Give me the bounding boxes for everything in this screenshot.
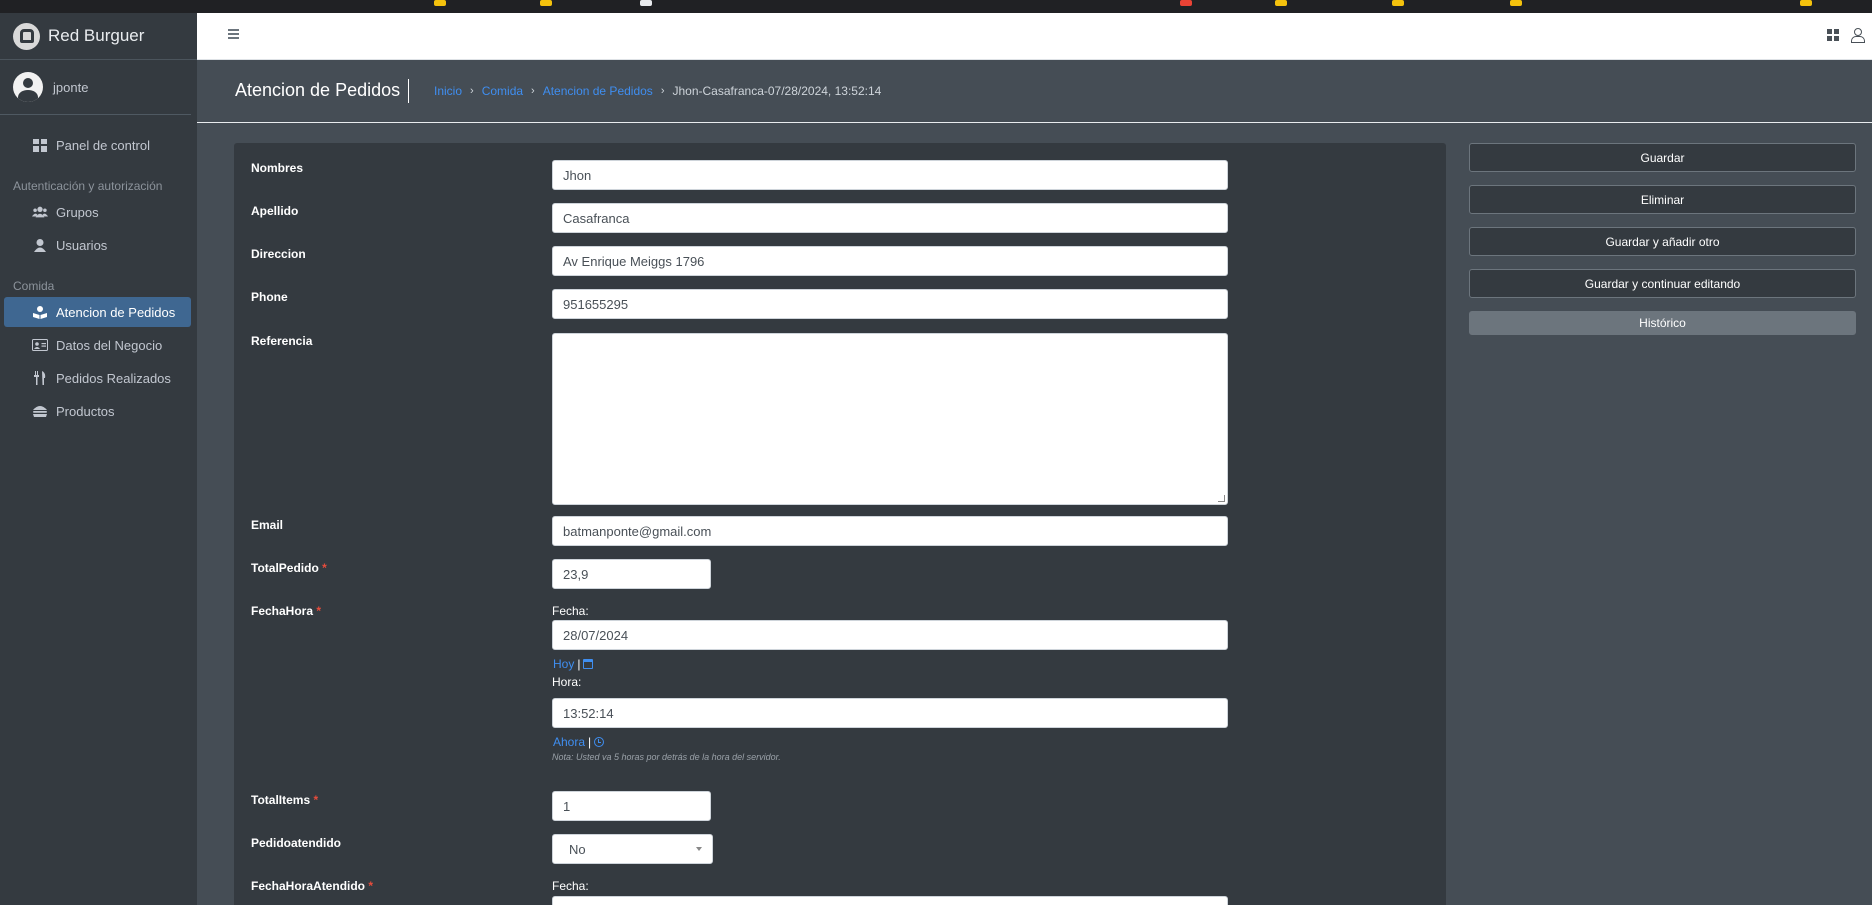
sidebar-item-productos[interactable]: Productos <box>4 396 191 426</box>
user-name: jponte <box>53 79 89 95</box>
form-card: Nombres Jhon Apellido Casafranca Direcci… <box>234 143 1446 905</box>
breadcrumb-comida[interactable]: Comida <box>482 84 523 98</box>
nombres-field[interactable]: Jhon <box>552 160 1228 190</box>
delete-button[interactable]: Eliminar <box>1469 185 1856 214</box>
direccion-field[interactable]: Av Enrique Meiggs 1796 <box>552 246 1228 276</box>
required-mark: * <box>316 604 322 618</box>
browser-tab-strip <box>0 0 1872 13</box>
hora-sublabel: Hora: <box>552 675 582 689</box>
dashboard-icon <box>32 138 48 152</box>
total-pedido-field[interactable]: 23,9 <box>552 559 711 589</box>
fecha-field[interactable]: 28/07/2024 <box>552 620 1228 650</box>
fecha-hora-label-text: FechaHora <box>251 604 314 618</box>
hoy-link[interactable]: Hoy <box>553 657 574 671</box>
sidebar-item-label: Grupos <box>56 204 99 220</box>
fecha-atendido-field[interactable] <box>552 896 1228 905</box>
phone-field[interactable]: 951655295 <box>552 289 1228 319</box>
hora-shortcuts: Ahora | <box>553 735 605 749</box>
breadcrumb-atencion-de-pedidos[interactable]: Atencion de Pedidos <box>543 84 653 98</box>
calendar-icon[interactable] <box>583 659 594 669</box>
fecha-hora-label: FechaHora * <box>251 604 321 618</box>
breadcrumb-separator: › <box>531 85 535 97</box>
utensils-icon <box>32 371 48 385</box>
shortcut-separator: | <box>588 735 592 749</box>
breadcrumb-separator: › <box>660 85 665 97</box>
total-items-field[interactable]: 1 <box>552 791 711 821</box>
direccion-label: Direccion <box>251 247 306 261</box>
total-pedido-label-text: TotalPedido <box>251 561 319 575</box>
sidebar-item-label: Productos <box>56 403 115 419</box>
breadcrumb-separator: › <box>470 85 474 97</box>
user-menu-icon[interactable] <box>1851 28 1865 43</box>
total-pedido-label: TotalPedido * <box>251 561 327 575</box>
sidebar-item-label: Usuarios <box>56 237 108 253</box>
apps-grid-icon[interactable] <box>1827 29 1839 41</box>
shortcut-separator: | <box>577 657 581 671</box>
users-icon <box>32 205 48 219</box>
clock-icon[interactable] <box>594 737 605 747</box>
save-and-continue-button[interactable]: Guardar y continuar editando <box>1469 269 1856 298</box>
brand-logo-icon <box>13 22 40 50</box>
required-mark: * <box>322 561 327 575</box>
menu-toggle-icon[interactable] <box>228 29 239 39</box>
sidebar-item-label: Pedidos Realizados <box>56 370 171 386</box>
submit-row: Guardar Eliminar Guardar y añadir otro G… <box>1469 143 1856 348</box>
apellido-field[interactable]: Casafranca <box>552 203 1228 233</box>
sidebar-item-atencion-de-pedidos[interactable]: Atencion de Pedidos <box>4 297 191 327</box>
avatar <box>13 72 43 102</box>
email-field[interactable]: batmanponte@gmail.com <box>552 516 1228 546</box>
sidebar-item-grupos[interactable]: Grupos <box>4 197 191 227</box>
breadcrumb-inicio[interactable]: Inicio <box>434 84 462 98</box>
sidebar-item-label: Atencion de Pedidos <box>56 304 176 320</box>
sidebar-item-usuarios[interactable]: Usuarios <box>4 230 191 260</box>
sidebar-item-label: Panel de control <box>56 137 150 153</box>
phone-label: Phone <box>251 290 288 304</box>
brand-name: Red Burguer <box>48 26 145 45</box>
email-label: Email <box>251 518 284 532</box>
book-reader-icon <box>32 305 48 319</box>
brand-link[interactable]: Red Burguer <box>0 13 197 60</box>
fecha-sublabel: Fecha: <box>552 604 589 618</box>
hora-field[interactable]: 13:52:14 <box>552 698 1228 728</box>
timezone-note: Nota: Usted va 5 horas por detrás de la … <box>552 752 781 762</box>
sidebar: Red Burguer jponte Panel de control Aute… <box>0 13 197 905</box>
user-icon <box>32 238 48 252</box>
pedido-atendido-select[interactable]: No <box>552 834 713 864</box>
pedido-atendido-value: No <box>569 841 586 857</box>
ahora-link[interactable]: Ahora <box>553 735 585 749</box>
page-title: Atencion de Pedidos <box>235 80 401 100</box>
apellido-label: Apellido <box>251 204 299 218</box>
breadcrumb: Inicio › Comida › Atencion de Pedidos › … <box>434 84 881 98</box>
nav-section-header: Comida <box>13 279 55 293</box>
save-and-add-button[interactable]: Guardar y añadir otro <box>1469 227 1856 256</box>
sidebar-item-panel-de-control[interactable]: Panel de control <box>4 130 191 160</box>
nav-section-header: Autenticación y autorización <box>13 179 163 193</box>
sidebar-item-label: Datos del Negocio <box>56 337 163 353</box>
save-button[interactable]: Guardar <box>1469 143 1856 172</box>
top-navbar <box>197 13 1872 60</box>
nombres-label: Nombres <box>251 161 304 175</box>
history-button[interactable]: Histórico <box>1469 311 1856 335</box>
chevron-down-icon <box>696 847 702 851</box>
sidebar-item-pedidos-realizados[interactable]: Pedidos Realizados <box>4 363 191 393</box>
fecha-hora-atendido-label-text: FechaHoraAtendido <box>251 879 366 893</box>
fecha-atendido-sublabel: Fecha: <box>552 879 589 893</box>
id-card-icon <box>32 338 48 352</box>
required-mark: * <box>313 793 319 807</box>
user-panel[interactable]: jponte <box>0 60 191 115</box>
total-items-label: TotalItems * <box>251 793 318 807</box>
fecha-hora-atendido-label: FechaHoraAtendido * <box>251 879 373 893</box>
sidebar-item-datos-del-negocio[interactable]: Datos del Negocio <box>4 330 191 360</box>
referencia-label: Referencia <box>251 334 313 348</box>
breadcrumb-current: Jhon-Casafranca-07/28/2024, 13:52:14 <box>672 84 882 98</box>
hamburger-icon <box>32 404 48 418</box>
resize-handle-icon[interactable] <box>1218 495 1225 502</box>
required-mark: * <box>368 879 374 893</box>
title-divider <box>408 79 409 103</box>
content-header: Atencion de Pedidos Inicio › Comida › At… <box>197 60 1872 123</box>
total-items-label-text: TotalItems <box>251 793 311 807</box>
fecha-shortcuts: Hoy | <box>553 657 594 671</box>
pedido-atendido-label: Pedidoatendido <box>251 836 341 850</box>
referencia-textarea[interactable] <box>552 333 1228 505</box>
